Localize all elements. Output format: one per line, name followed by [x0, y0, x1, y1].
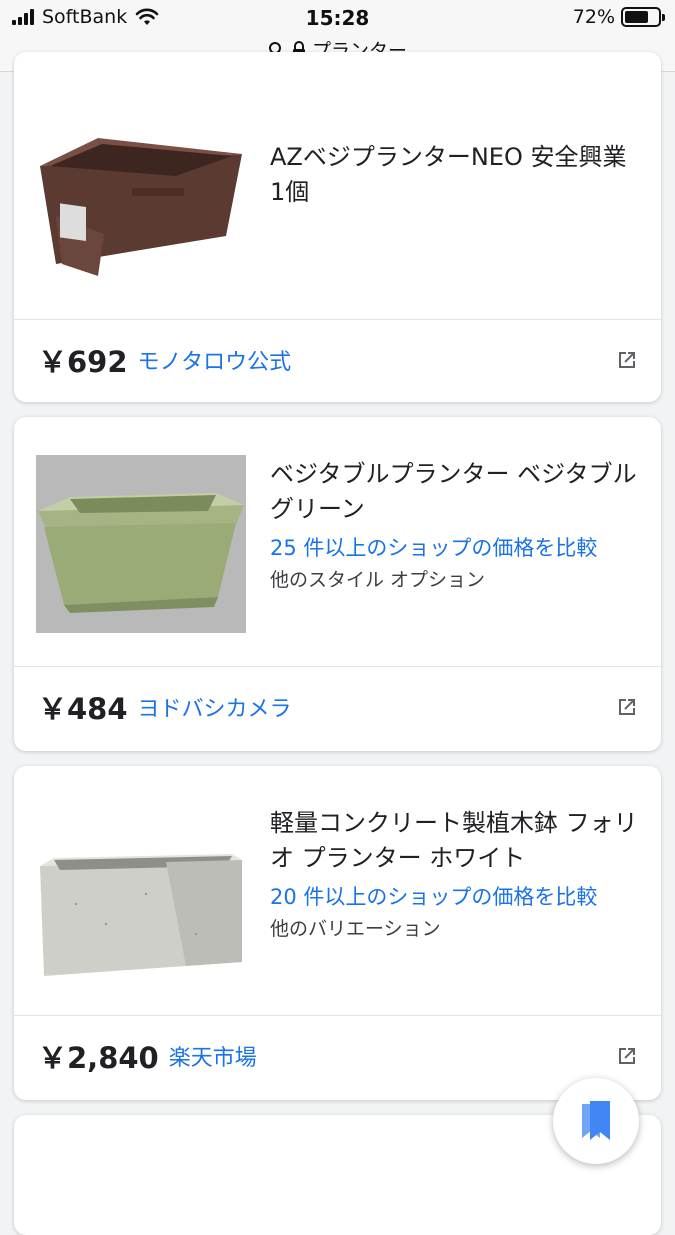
seller-link[interactable]: ヨドバシカメラ [138, 691, 292, 723]
compare-prices-link[interactable]: 20 件以上のショップの価格を比較 [270, 880, 645, 914]
product-card[interactable]: AZベジプランターNEO 安全興業 1個 ￥692 モノタロウ公式 [14, 52, 661, 402]
variant-options-link[interactable]: 他のバリエーション [270, 914, 645, 944]
bookmarks-fab[interactable] [553, 1078, 639, 1164]
bookmark-stack-icon [582, 1101, 610, 1140]
product-title[interactable]: AZベジプランターNEO 安全興業 1個 [270, 140, 645, 210]
battery-area: 72% [572, 6, 665, 28]
product-title[interactable]: 軽量コンクリート製植木鉢 フォリオ プランター ホワイト [270, 806, 645, 876]
seller-link[interactable]: 楽天市場 [169, 1040, 257, 1072]
product-price: ￥692 [38, 345, 128, 379]
external-link-icon[interactable] [615, 695, 639, 719]
green-planter-image [36, 455, 246, 633]
external-link-icon[interactable] [615, 348, 639, 372]
battery-icon [621, 7, 665, 27]
product-price: ￥484 [38, 692, 128, 726]
external-link-icon[interactable] [615, 1044, 639, 1068]
seller-link[interactable]: モノタロウ公式 [138, 344, 292, 376]
product-price: ￥2,840 [38, 1041, 159, 1075]
product-card[interactable]: ベジタブルプランター ベジタブルグリーン 25 件以上のショップの価格を比較 他… [14, 417, 661, 751]
brown-planter-image [40, 138, 242, 276]
concrete-planter-image [40, 854, 242, 976]
product-title[interactable]: ベジタブルプランター ベジタブルグリーン [270, 457, 645, 527]
battery-percent: 72% [572, 6, 615, 28]
product-card[interactable]: 軽量コンクリート製植木鉢 フォリオ プランター ホワイト 20 件以上のショップ… [14, 766, 661, 1100]
compare-prices-link[interactable]: 25 件以上のショップの価格を比較 [270, 531, 645, 565]
variant-options-link[interactable]: 他のスタイル オプション [270, 565, 645, 595]
